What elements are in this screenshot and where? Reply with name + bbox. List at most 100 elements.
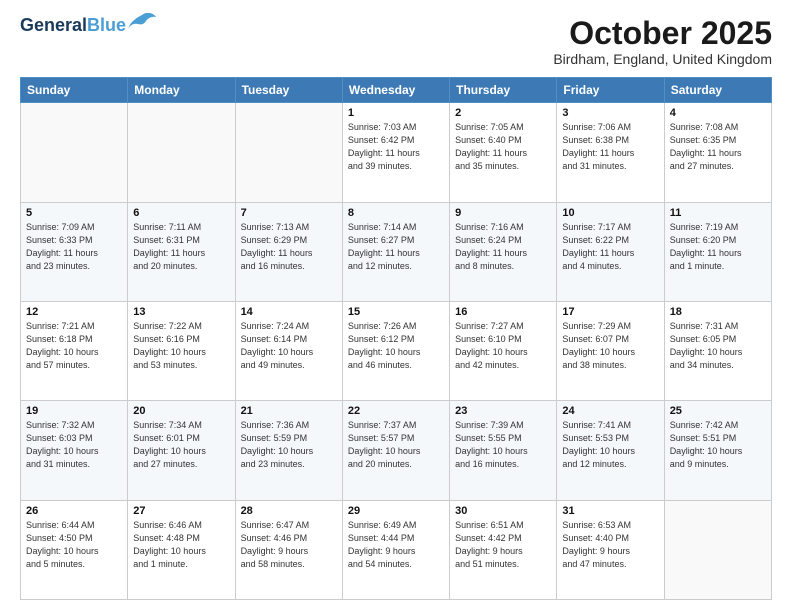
calendar-table: Sunday Monday Tuesday Wednesday Thursday… [20, 77, 772, 600]
calendar-cell: 22Sunrise: 7:37 AM Sunset: 5:57 PM Dayli… [342, 401, 449, 500]
calendar-cell: 18 Sunrise: 7:31 AM Sunset: 6:05 PM Dayli… [664, 301, 771, 400]
header-row: Sunday Monday Tuesday Wednesday Thursday… [21, 78, 772, 103]
day-number: 30 [455, 505, 551, 517]
calendar-cell: 15 Sunrise: 7:26 AM Sunset: 6:12 PM Dayli… [342, 301, 449, 400]
day-number: 18 [670, 306, 766, 318]
day-number: 8 [348, 207, 444, 219]
calendar-week-5: 26Sunrise: 6:44 AM Sunset: 4:50 PM Dayli… [21, 500, 772, 599]
day-number: 9 [455, 207, 551, 219]
title-block: October 2025 Birdham, England, United Ki… [553, 16, 772, 67]
calendar-cell: 17 Sunrise: 7:29 AM Sunset: 6:07 PM Dayli… [557, 301, 664, 400]
day-number: 1 [348, 107, 444, 119]
day-number: 17 [562, 306, 658, 318]
day-number: 29 [348, 505, 444, 517]
calendar-cell: 19Sunrise: 7:32 AM Sunset: 6:03 PM Dayli… [21, 401, 128, 500]
day-number: 13 [133, 306, 229, 318]
day-number: 19 [26, 405, 122, 417]
calendar-cell: 12 Sunrise: 7:21 AM Sunset: 6:18 PM Dayli… [21, 301, 128, 400]
day-info: Sunrise: 7:13 AM Sunset: 6:29 PM Dayligh… [241, 221, 337, 273]
day-number: 26 [26, 505, 122, 517]
calendar-cell: 16Sunrise: 7:27 AM Sunset: 6:10 PM Dayli… [450, 301, 557, 400]
calendar-cell: 30Sunrise: 6:51 AM Sunset: 4:42 PM Dayli… [450, 500, 557, 599]
calendar-cell: 4 Sunrise: 7:08 AM Sunset: 6:35 PM Daylig… [664, 103, 771, 202]
calendar-cell: 1 Sunrise: 7:03 AM Sunset: 6:42 PM Daylig… [342, 103, 449, 202]
col-sunday: Sunday [21, 78, 128, 103]
day-number: 15 [348, 306, 444, 318]
calendar-week-3: 12 Sunrise: 7:21 AM Sunset: 6:18 PM Dayli… [21, 301, 772, 400]
calendar-cell: 11 Sunrise: 7:19 AM Sunset: 6:20 PM Dayli… [664, 202, 771, 301]
day-number: 5 [26, 207, 122, 219]
calendar-cell: 9Sunrise: 7:16 AM Sunset: 6:24 PM Daylig… [450, 202, 557, 301]
day-info: Sunrise: 7:39 AM Sunset: 5:55 PM Dayligh… [455, 419, 551, 471]
calendar-cell: 3 Sunrise: 7:06 AM Sunset: 6:38 PM Daylig… [557, 103, 664, 202]
calendar-week-2: 5 Sunrise: 7:09 AM Sunset: 6:33 PM Daylig… [21, 202, 772, 301]
calendar-cell: 14 Sunrise: 7:24 AM Sunset: 6:14 PM Dayli… [235, 301, 342, 400]
calendar-cell: 31Sunrise: 6:53 AM Sunset: 4:40 PM Dayli… [557, 500, 664, 599]
logo: GeneralBlue [20, 16, 156, 36]
day-info: Sunrise: 6:53 AM Sunset: 4:40 PM Dayligh… [562, 519, 658, 571]
day-number: 4 [670, 107, 766, 119]
day-number: 12 [26, 306, 122, 318]
day-info: Sunrise: 7:31 AM Sunset: 6:05 PM Dayligh… [670, 320, 766, 372]
day-number: 16 [455, 306, 551, 318]
calendar-cell: 25 Sunrise: 7:42 AM Sunset: 5:51 PM Dayli… [664, 401, 771, 500]
calendar-cell: 6Sunrise: 7:11 AM Sunset: 6:31 PM Daylig… [128, 202, 235, 301]
calendar-cell [21, 103, 128, 202]
day-number: 21 [241, 405, 337, 417]
calendar-week-4: 19Sunrise: 7:32 AM Sunset: 6:03 PM Dayli… [21, 401, 772, 500]
page: GeneralBlue October 2025 Birdham, Englan… [0, 0, 792, 612]
day-info: Sunrise: 7:05 AM Sunset: 6:40 PM Dayligh… [455, 121, 551, 173]
location: Birdham, England, United Kingdom [553, 51, 772, 67]
day-info: Sunrise: 7:06 AM Sunset: 6:38 PM Dayligh… [562, 121, 658, 173]
day-info: Sunrise: 6:46 AM Sunset: 4:48 PM Dayligh… [133, 519, 229, 571]
calendar-cell [128, 103, 235, 202]
day-info: Sunrise: 7:36 AM Sunset: 5:59 PM Dayligh… [241, 419, 337, 471]
day-info: Sunrise: 7:22 AM Sunset: 6:16 PM Dayligh… [133, 320, 229, 372]
day-info: Sunrise: 6:47 AM Sunset: 4:46 PM Dayligh… [241, 519, 337, 571]
day-number: 23 [455, 405, 551, 417]
day-info: Sunrise: 7:26 AM Sunset: 6:12 PM Dayligh… [348, 320, 444, 372]
day-info: Sunrise: 7:21 AM Sunset: 6:18 PM Dayligh… [26, 320, 122, 372]
day-number: 6 [133, 207, 229, 219]
col-monday: Monday [128, 78, 235, 103]
col-friday: Friday [557, 78, 664, 103]
calendar-cell: 28Sunrise: 6:47 AM Sunset: 4:46 PM Dayli… [235, 500, 342, 599]
day-number: 10 [562, 207, 658, 219]
col-saturday: Saturday [664, 78, 771, 103]
day-info: Sunrise: 7:08 AM Sunset: 6:35 PM Dayligh… [670, 121, 766, 173]
day-info: Sunrise: 7:09 AM Sunset: 6:33 PM Dayligh… [26, 221, 122, 273]
calendar-cell: 23 Sunrise: 7:39 AM Sunset: 5:55 PM Dayli… [450, 401, 557, 500]
day-number: 7 [241, 207, 337, 219]
day-number: 20 [133, 405, 229, 417]
day-number: 25 [670, 405, 766, 417]
day-info: Sunrise: 7:14 AM Sunset: 6:27 PM Dayligh… [348, 221, 444, 273]
day-number: 14 [241, 306, 337, 318]
calendar-cell [664, 500, 771, 599]
day-info: Sunrise: 7:34 AM Sunset: 6:01 PM Dayligh… [133, 419, 229, 471]
day-number: 24 [562, 405, 658, 417]
day-info: Sunrise: 6:49 AM Sunset: 4:44 PM Dayligh… [348, 519, 444, 571]
day-info: Sunrise: 7:29 AM Sunset: 6:07 PM Dayligh… [562, 320, 658, 372]
col-tuesday: Tuesday [235, 78, 342, 103]
calendar-cell: 2 Sunrise: 7:05 AM Sunset: 6:40 PM Daylig… [450, 103, 557, 202]
logo-text: GeneralBlue [20, 16, 126, 36]
header: GeneralBlue October 2025 Birdham, Englan… [20, 16, 772, 67]
month-title: October 2025 [553, 16, 772, 51]
day-info: Sunrise: 7:24 AM Sunset: 6:14 PM Dayligh… [241, 320, 337, 372]
day-number: 2 [455, 107, 551, 119]
day-info: Sunrise: 7:41 AM Sunset: 5:53 PM Dayligh… [562, 419, 658, 471]
calendar-cell: 7 Sunrise: 7:13 AM Sunset: 6:29 PM Daylig… [235, 202, 342, 301]
day-info: Sunrise: 7:19 AM Sunset: 6:20 PM Dayligh… [670, 221, 766, 273]
col-wednesday: Wednesday [342, 78, 449, 103]
day-number: 22 [348, 405, 444, 417]
calendar-cell: 8 Sunrise: 7:14 AM Sunset: 6:27 PM Daylig… [342, 202, 449, 301]
day-info: Sunrise: 7:03 AM Sunset: 6:42 PM Dayligh… [348, 121, 444, 173]
calendar-cell: 21 Sunrise: 7:36 AM Sunset: 5:59 PM Dayli… [235, 401, 342, 500]
calendar-cell: 29 Sunrise: 6:49 AM Sunset: 4:44 PM Dayli… [342, 500, 449, 599]
day-number: 3 [562, 107, 658, 119]
calendar-cell: 10Sunrise: 7:17 AM Sunset: 6:22 PM Dayli… [557, 202, 664, 301]
day-info: Sunrise: 7:42 AM Sunset: 5:51 PM Dayligh… [670, 419, 766, 471]
day-number: 11 [670, 207, 766, 219]
day-number: 27 [133, 505, 229, 517]
calendar-cell: 24 Sunrise: 7:41 AM Sunset: 5:53 PM Dayli… [557, 401, 664, 500]
